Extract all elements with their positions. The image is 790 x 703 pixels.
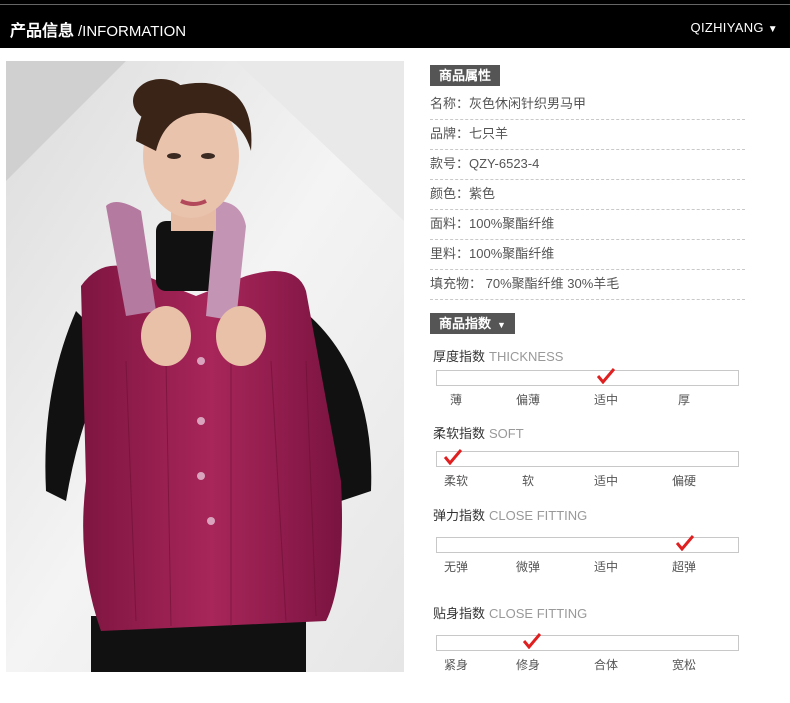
index-option: 软 xyxy=(521,474,534,488)
attributes-heading-label: 商品属性 xyxy=(439,68,492,83)
index-option: 修身 xyxy=(515,658,540,672)
index-title-en: THICKNESS xyxy=(489,349,564,364)
attributes-heading: 商品属性 xyxy=(430,65,501,86)
index-option: 适中 xyxy=(593,474,618,488)
index-option: 微弹 xyxy=(515,560,540,574)
index-title: 贴身指数 CLOSE FITTING xyxy=(433,603,587,622)
index-option: 薄 xyxy=(449,393,462,407)
index-title-cn: 贴身指数 xyxy=(433,606,486,621)
attribute-row: 颜色：紫色 xyxy=(430,179,745,210)
index-title-cn: 厚度指数 xyxy=(433,349,486,364)
attribute-row: 品牌：七只羊 xyxy=(430,119,745,150)
index-title-en: CLOSE FITTING xyxy=(489,508,588,523)
header-bar: 产品信息/INFORMATION QIZHIYANG ▼ xyxy=(0,0,790,48)
page-title: 产品信息/INFORMATION xyxy=(10,17,186,41)
index-option: 偏薄 xyxy=(515,393,540,407)
attribute-row: 款号：QZY-6523-4 xyxy=(430,149,745,180)
index-option: 合体 xyxy=(593,658,618,672)
index-title: 弹力指数 CLOSE FITTING xyxy=(433,505,587,524)
check-icon xyxy=(597,368,615,384)
index-option: 超弹 xyxy=(671,560,696,574)
attribute-row: 填充物： 70%聚酯纤维 30%羊毛 xyxy=(430,269,745,300)
index-scale-bar xyxy=(436,451,739,467)
indices-heading-label: 商品指数 xyxy=(439,316,492,331)
check-icon xyxy=(676,535,694,551)
attribute-row: 里料：100%聚酯纤维 xyxy=(430,239,745,270)
index-option: 偏硬 xyxy=(671,474,696,488)
header-divider xyxy=(0,4,790,5)
index-title: 柔软指数 SOFT xyxy=(433,423,524,442)
index-scale-bar xyxy=(436,635,739,651)
index-title-en: CLOSE FITTING xyxy=(489,606,588,621)
index-option: 宽松 xyxy=(671,658,696,672)
index-option: 适中 xyxy=(593,393,618,407)
index-scale-bar xyxy=(436,370,739,386)
index-title: 厚度指数 THICKNESS xyxy=(433,346,563,365)
index-option: 柔软 xyxy=(443,474,468,488)
page-title-en: /INFORMATION xyxy=(78,23,187,40)
model-illustration xyxy=(6,61,404,672)
index-option: 适中 xyxy=(593,560,618,574)
chevron-down-icon: ▼ xyxy=(767,24,778,35)
brand-name: QIZHIYANG xyxy=(690,20,764,35)
check-icon xyxy=(444,449,462,465)
attribute-row: 名称：灰色休闲针织男马甲 xyxy=(430,89,745,120)
caret-down-icon: ▼ xyxy=(497,320,506,330)
index-title-cn: 弹力指数 xyxy=(433,508,486,523)
attribute-row: 面料：100%聚酯纤维 xyxy=(430,209,745,240)
check-icon xyxy=(523,633,541,649)
product-photo xyxy=(6,61,404,672)
brand-dropdown[interactable]: QIZHIYANG ▼ xyxy=(691,20,778,35)
index-title-cn: 柔软指数 xyxy=(433,426,486,441)
page-title-cn: 产品信息 xyxy=(10,23,75,40)
index-option: 无弹 xyxy=(443,560,468,574)
indices-heading: 商品指数 ▼ xyxy=(430,313,515,334)
index-title-en: SOFT xyxy=(489,426,524,441)
index-option: 紧身 xyxy=(443,658,468,672)
index-option: 厚 xyxy=(677,393,690,407)
